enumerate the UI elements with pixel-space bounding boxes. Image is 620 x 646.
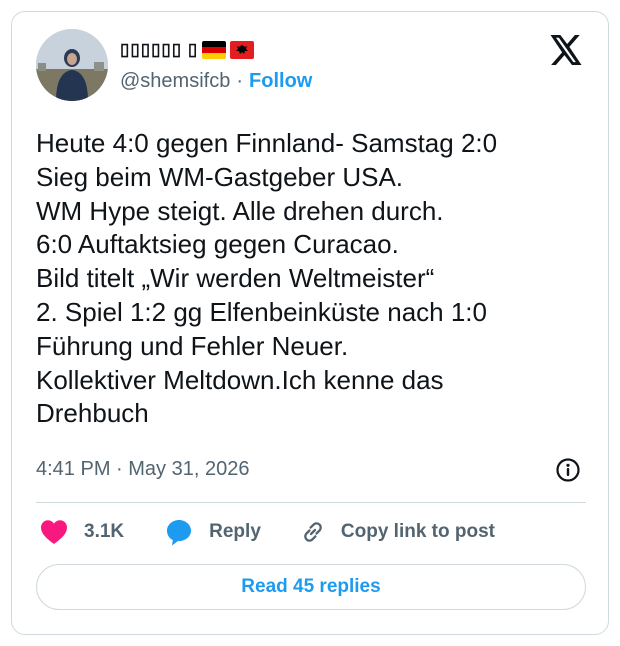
albania-flag-icon [230, 41, 255, 59]
tweet-text-line: Bild titelt „Wir werden Weltmeister“ [36, 263, 435, 294]
author-handle[interactable]: @shemsifcb [120, 70, 230, 93]
copy-link-button[interactable]: Copy link to post [299, 518, 495, 546]
like-button[interactable]: 3.1K [40, 519, 124, 545]
like-count: 3.1K [84, 521, 125, 542]
tweet-timestamp[interactable]: 4:41 PM · May 31, 2026 [36, 458, 249, 481]
tweet-text-line: 2. Spiel 1:2 gg Elfenbeinküste nach 1:0 [36, 296, 487, 327]
tweet-text-line: Sieg beim WM-Gastgeber USA. [36, 161, 404, 192]
reply-label: Reply [209, 521, 261, 542]
copy-link-label: Copy link to post [340, 521, 495, 542]
tweet-text-line: Heute 4:0 gegen Finnland- Samstag 2:0 [36, 128, 498, 158]
divider [36, 502, 586, 503]
action-bar: 3.1K Reply Copy link to post [36, 517, 495, 547]
x-logo-icon[interactable] [550, 35, 583, 65]
avatar[interactable] [36, 29, 108, 101]
tweet-text: Heute 4:0 gegen Finnland- Samstag 2:0 Si… [36, 127, 596, 431]
reply-bubble-icon [167, 520, 192, 546]
link-icon [304, 522, 322, 542]
tweet-text-line: WM Hype steigt. Alle drehen durch. [36, 195, 444, 226]
author-name-row: ▯▯▯▯▯▯ ▯ [120, 39, 255, 61]
tweet-text-line: Führung und Fehler Neuer. [36, 330, 349, 361]
tweet-card: ▯▯▯▯▯▯ ▯ @shemsifcb · Follow Heute 4:0 g… [11, 11, 609, 635]
handle-separator: · [236, 70, 244, 92]
tweet-text-line: 6:0 Auftaktsieg gegen Curacao. [36, 229, 399, 260]
read-replies-button[interactable]: Read 45 replies [36, 564, 586, 610]
author-handle-row: @shemsifcb · Follow [120, 70, 312, 93]
germany-flag-icon [202, 41, 227, 59]
tweet-text-line: Drehbuch [36, 398, 149, 429]
author-display-name[interactable]: ▯▯▯▯▯▯ ▯ [120, 40, 198, 60]
info-icon[interactable] [555, 457, 581, 483]
follow-button[interactable]: Follow [249, 70, 312, 93]
tweet-text-line: Kollektiver Meltdown.Ich kenne das [36, 364, 444, 395]
reply-button[interactable]: Reply [165, 518, 261, 546]
heart-icon [41, 520, 67, 544]
